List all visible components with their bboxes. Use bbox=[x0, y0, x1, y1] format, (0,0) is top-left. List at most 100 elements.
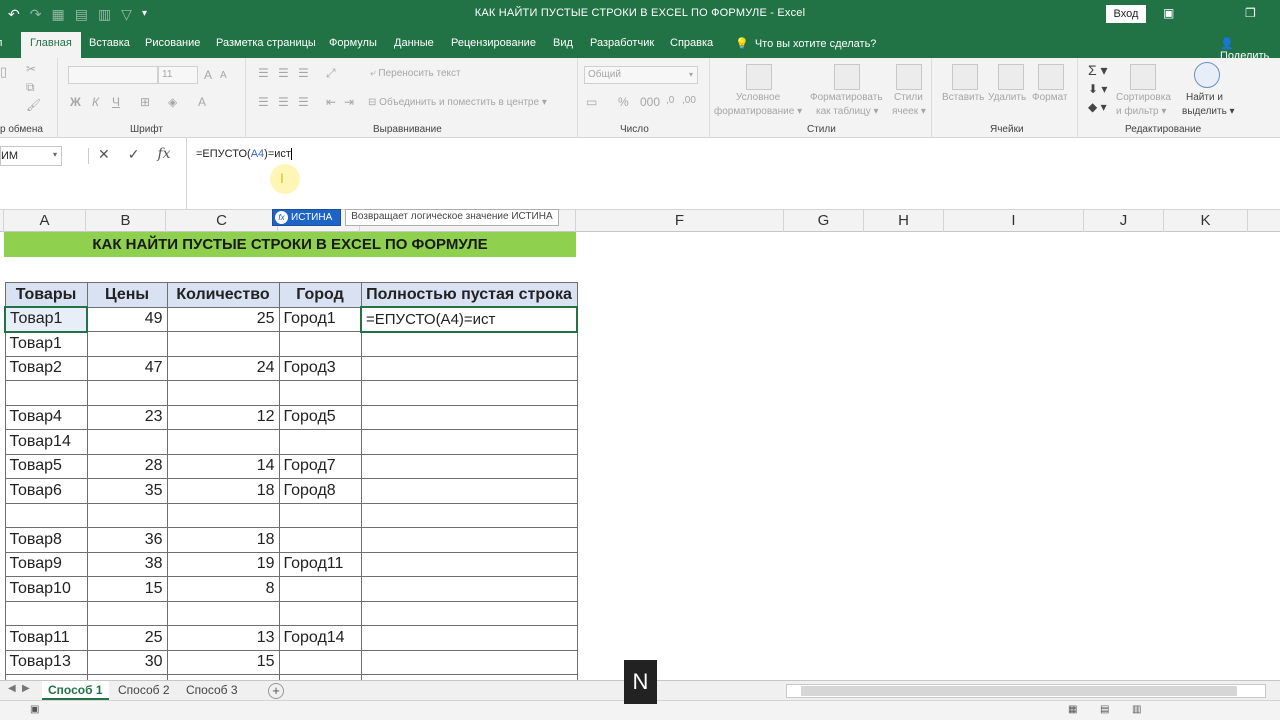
header-cell[interactable]: Город bbox=[278, 282, 362, 308]
column-header-h[interactable]: H bbox=[864, 210, 944, 232]
tab-insert[interactable]: Вставка bbox=[89, 37, 130, 49]
increase-decimal-icon[interactable]: ,0 bbox=[666, 95, 674, 106]
insert-cells-button[interactable]: Вставить bbox=[942, 92, 984, 103]
conditional-format-button[interactable]: форматирование ▾ bbox=[714, 106, 802, 117]
column-header-b[interactable]: B bbox=[86, 210, 166, 232]
paste-icon[interactable]: ▯ bbox=[0, 64, 7, 80]
table-cell[interactable]: Город8 bbox=[278, 478, 362, 504]
table-cell[interactable] bbox=[278, 600, 362, 626]
table-cell[interactable]: Товар5 bbox=[4, 453, 88, 479]
tab-file[interactable]: л bbox=[0, 37, 2, 49]
table-cell[interactable]: 47 bbox=[86, 355, 168, 381]
bold-button[interactable]: Ж bbox=[70, 95, 81, 109]
table-cell[interactable]: Товар13 bbox=[4, 649, 88, 675]
thousands-icon[interactable]: 000 bbox=[640, 95, 660, 109]
table-cell[interactable]: 18 bbox=[166, 527, 280, 553]
delete-cells-button[interactable]: Удалить bbox=[988, 92, 1026, 103]
table-cell[interactable]: 38 bbox=[86, 551, 168, 577]
indent-increase-icon[interactable]: ⇥ bbox=[344, 95, 354, 109]
table-cell[interactable] bbox=[278, 502, 362, 528]
page-break-view-icon[interactable]: ▥ bbox=[1132, 704, 1141, 715]
tab-home[interactable]: Главная bbox=[21, 32, 81, 58]
table-cell[interactable]: Город14 bbox=[278, 625, 362, 651]
table-cell[interactable] bbox=[360, 649, 578, 675]
formula-input[interactable]: =ЕПУСТО(A4)=ист bbox=[186, 138, 1280, 210]
table-cell[interactable] bbox=[360, 478, 578, 504]
worksheet-grid[interactable]: КАК НАЙТИ ПУСТЫЕ СТРОКИ В EXCEL ПО ФОРМУ… bbox=[0, 232, 1280, 680]
table-cell[interactable]: 35 bbox=[86, 478, 168, 504]
font-size-box[interactable]: 11 bbox=[158, 66, 198, 84]
prev-sheet-icon[interactable]: ◀ bbox=[8, 683, 16, 694]
table-cell[interactable] bbox=[278, 429, 362, 455]
table-cell[interactable] bbox=[360, 355, 578, 381]
autosum-icon[interactable]: Σ ▾ bbox=[1088, 62, 1108, 79]
header-cell[interactable]: Цены bbox=[86, 282, 168, 308]
table-cell[interactable] bbox=[360, 551, 578, 577]
table-cell[interactable]: Товар10 bbox=[4, 576, 88, 602]
add-sheet-button[interactable]: + bbox=[268, 683, 284, 699]
column-header-c[interactable]: C bbox=[166, 210, 278, 232]
table-cell[interactable] bbox=[86, 331, 168, 357]
table-cell[interactable]: Город11 bbox=[278, 551, 362, 577]
table-cell[interactable]: Товар11 bbox=[4, 625, 88, 651]
table-cell[interactable]: Товар6 bbox=[4, 478, 88, 504]
tab-formulas[interactable]: Формулы bbox=[329, 37, 377, 49]
align-right-icon[interactable]: ☰ bbox=[298, 95, 309, 109]
autocomplete-option[interactable]: fx ИСТИНА bbox=[272, 209, 342, 226]
table-cell[interactable] bbox=[86, 600, 168, 626]
table-cell[interactable] bbox=[278, 380, 362, 406]
format-cells-icon[interactable] bbox=[1038, 64, 1064, 90]
table-cell[interactable]: 19 bbox=[166, 551, 280, 577]
sort-filter-icon[interactable] bbox=[1130, 64, 1156, 90]
tab-help[interactable]: Справка bbox=[670, 37, 713, 49]
sheet-banner-title[interactable]: КАК НАЙТИ ПУСТЫЕ СТРОКИ В EXCEL ПО ФОРМУ… bbox=[4, 232, 576, 257]
font-name-box[interactable] bbox=[68, 66, 158, 84]
table-cell[interactable]: Город7 bbox=[278, 453, 362, 479]
table-cell[interactable] bbox=[360, 404, 578, 430]
table-cell[interactable] bbox=[360, 600, 578, 626]
indent-decrease-icon[interactable]: ⇤ bbox=[326, 95, 336, 109]
underline-button[interactable]: Ч bbox=[112, 95, 120, 109]
table-cell[interactable]: 25 bbox=[166, 306, 280, 332]
column-header-f[interactable]: F bbox=[576, 210, 784, 232]
cancel-icon[interactable]: ✕ bbox=[98, 146, 110, 163]
table-cell[interactable] bbox=[86, 429, 168, 455]
orientation-icon[interactable]: ⤢ bbox=[326, 66, 336, 81]
tab-review[interactable]: Рецензирование bbox=[451, 37, 536, 49]
table-cell[interactable]: Город1 bbox=[278, 306, 362, 332]
table-cell[interactable] bbox=[4, 380, 88, 406]
restore-icon[interactable]: ❐ bbox=[1245, 6, 1256, 20]
table-cell[interactable] bbox=[166, 502, 280, 528]
table-cell[interactable]: 8 bbox=[166, 576, 280, 602]
cut-icon[interactable]: ✂ bbox=[26, 62, 36, 76]
tab-developer[interactable]: Разработчик bbox=[590, 37, 654, 49]
table-cell[interactable] bbox=[86, 502, 168, 528]
table-cell[interactable]: 12 bbox=[166, 404, 280, 430]
tab-page-layout[interactable]: Разметка страницы bbox=[216, 37, 316, 49]
table-cell[interactable] bbox=[360, 502, 578, 528]
wrap-text-button[interactable]: ⤶ Переносить текст bbox=[370, 68, 461, 79]
table-cell[interactable]: 36 bbox=[86, 527, 168, 553]
name-box[interactable]: ИМ ▾ bbox=[0, 146, 62, 166]
format-painter-icon[interactable]: 🖌 bbox=[26, 98, 41, 112]
insert-cells-icon[interactable] bbox=[952, 64, 978, 90]
column-header-a[interactable]: A bbox=[4, 210, 86, 232]
conditional-format-icon[interactable] bbox=[746, 64, 772, 90]
table-cell[interactable]: Товар9 bbox=[4, 551, 88, 577]
ribbon-display-icon[interactable]: ▣ bbox=[1163, 6, 1174, 20]
table-cell[interactable] bbox=[278, 331, 362, 357]
table-cell[interactable] bbox=[278, 649, 362, 675]
decrease-font-icon[interactable]: A bbox=[220, 70, 227, 81]
table-cell[interactable]: 23 bbox=[86, 404, 168, 430]
decrease-decimal-icon[interactable]: ,00 bbox=[682, 95, 696, 106]
table-cell[interactable]: 30 bbox=[86, 649, 168, 675]
font-color-icon[interactable]: A bbox=[198, 95, 206, 109]
table-cell[interactable]: Товар4 bbox=[4, 404, 88, 430]
table-cell[interactable] bbox=[166, 331, 280, 357]
table-cell[interactable] bbox=[360, 331, 578, 357]
table-cell[interactable] bbox=[166, 600, 280, 626]
align-middle-icon[interactable]: ☰ bbox=[278, 66, 289, 80]
borders-icon[interactable]: ⊞ bbox=[140, 95, 150, 109]
table-cell[interactable]: 14 bbox=[166, 453, 280, 479]
table-cell[interactable]: 25 bbox=[86, 625, 168, 651]
